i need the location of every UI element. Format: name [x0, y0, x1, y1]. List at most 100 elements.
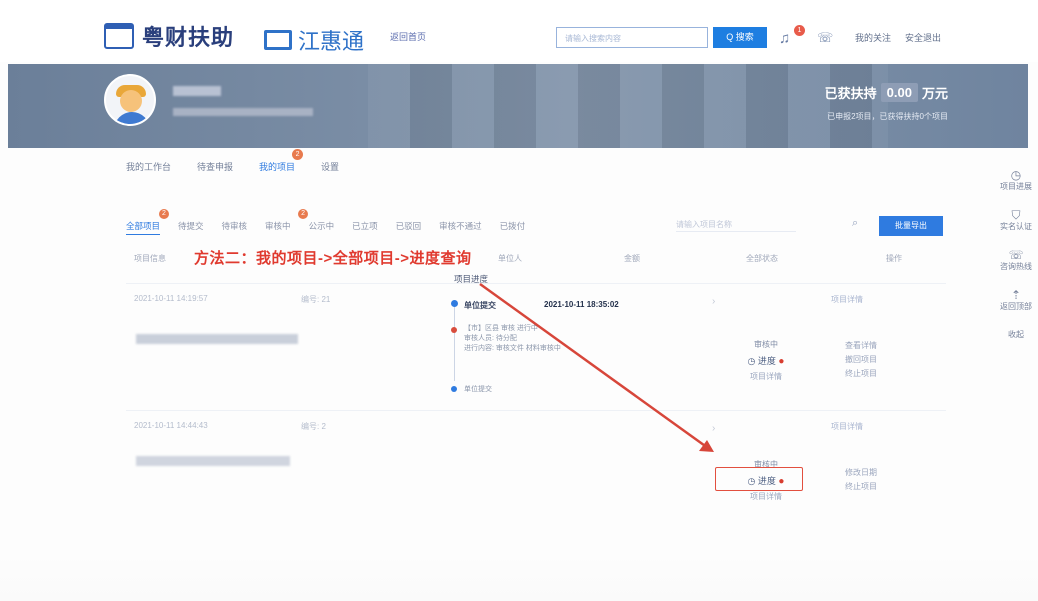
support-value: 0.00	[880, 83, 918, 102]
row-detail-link[interactable]: 项目详情	[831, 421, 863, 432]
popup-footer: 单位提交	[464, 386, 492, 393]
popup-detail: 【市】区县 审核 进行中 审核人员: 待分配 进行内容: 审核文件 材料审核中	[464, 324, 561, 354]
progress-highlight	[715, 467, 803, 491]
filter-reviewing-label: 审核中	[265, 221, 291, 231]
support-summary: 已获扶持 0.00 万元	[825, 83, 948, 102]
popup-timeline	[454, 301, 455, 381]
filter-to-review[interactable]: 待审核	[222, 220, 248, 235]
bell-icon[interactable]: ♫	[779, 30, 790, 47]
profile-banner: 已获扶持 0.00 万元 已申报2项目，已获得扶持0个项目	[8, 64, 1028, 148]
side-progress[interactable]: ◷ 项目进展	[1000, 168, 1032, 192]
nav-my-projects-label: 我的项目	[259, 162, 296, 172]
user-name-blurred	[173, 86, 221, 96]
popup-title: 项目进度	[454, 274, 489, 284]
progress-dot: ●	[778, 356, 785, 367]
shield-icon: ⛉	[1011, 208, 1021, 222]
status-detail-link[interactable]: 项目详情	[736, 491, 796, 502]
status-detail-link[interactable]: 项目详情	[736, 371, 796, 382]
support-unit: 万元	[921, 86, 948, 101]
institution-icon	[104, 23, 134, 49]
progress-button[interactable]: ◷ 进度 ●	[739, 354, 793, 367]
support-label: 已获扶持	[824, 86, 877, 101]
status-label: 审核中	[754, 340, 778, 349]
popup-step-time: 2021-10-11 18:35:02	[544, 300, 619, 309]
avatar-body	[114, 112, 150, 124]
column-amount: 金额	[624, 254, 640, 263]
filter-all-badge: 2	[159, 209, 169, 219]
side-hotline[interactable]: ☏ 咨询热线	[1000, 249, 1032, 272]
filter-all-label: 全部项目	[126, 221, 161, 231]
banner-photo	[368, 64, 888, 148]
home-link[interactable]: 返回首页	[390, 30, 426, 43]
row-actions: 查看详情 撤回项目 终止项目	[816, 339, 906, 381]
filter-to-submit[interactable]: 待提交	[178, 220, 204, 235]
nav-workbench[interactable]: 我的工作台	[126, 160, 171, 173]
action-view-detail[interactable]: 查看详情	[816, 339, 906, 353]
filter-paid[interactable]: 已拨付	[500, 220, 526, 235]
batch-export-button[interactable]: 批量导出	[879, 216, 943, 236]
side-top[interactable]: ⇡ 返回顶部	[1000, 288, 1032, 312]
row-title-blurred	[136, 334, 298, 344]
logout-link[interactable]: 安全退出	[905, 31, 941, 44]
action-withdraw[interactable]: 撤回项目	[816, 353, 906, 367]
side-collapse[interactable]: 收起	[1008, 330, 1024, 340]
column-unit-person: 单位人	[498, 254, 522, 263]
column-status[interactable]: 全部状态	[746, 253, 778, 264]
row-status: 审核中 ◷ 进度 ● 项目详情	[736, 339, 796, 382]
row-detail-link[interactable]: 项目详情	[831, 294, 863, 305]
jianghui-logo[interactable]: 江惠通	[264, 24, 364, 56]
tutorial-annotation: 方法二：我的项目->全部项目->进度查询	[194, 250, 472, 267]
top-header: 粤财扶助 江惠通 返回首页 请输入搜索内容 Q 搜索 ♫ 1 ☏ 我的关注 安全…	[0, 0, 1038, 62]
row-title-blurred	[136, 456, 290, 466]
row-date: 2021-10-11 14:44:43	[134, 421, 208, 430]
filter-rejected[interactable]: 已驳回	[396, 220, 422, 235]
brand[interactable]: 粤财扶助	[104, 20, 234, 52]
side-verify[interactable]: ⛉ 实名认证	[1000, 208, 1032, 232]
page-bottom	[0, 555, 1038, 601]
filter-public[interactable]: 公示中	[309, 220, 335, 235]
row-date: 2021-10-11 14:19:57	[134, 294, 208, 303]
user-subtitle-blurred	[173, 108, 313, 116]
row-actions: 修改日期 终止项目	[816, 466, 906, 494]
chevron-right-icon: ›	[712, 423, 716, 434]
top-icon: ⇡	[1010, 288, 1022, 302]
chevron-right-icon: ›	[712, 296, 716, 307]
logo-text: 江惠通	[298, 29, 365, 54]
status-filters: 全部项目 2 待提交 待审核 审核中 2 公示中 已立项 已驳回 审核不通过 已…	[126, 209, 526, 235]
follow-link[interactable]: 我的关注	[855, 31, 891, 44]
side-hotline-label: 咨询热线	[1000, 262, 1032, 271]
progress-popup: 项目进度 单位提交 2021-10-11 18:35:02 【市】区县 审核 进…	[446, 273, 666, 393]
notification-badge: 1	[794, 25, 805, 36]
popup-detail-line: 进行内容: 审核文件 材料审核中	[464, 345, 561, 352]
logo-icon	[264, 30, 292, 50]
nav-settings[interactable]: 设置	[321, 160, 339, 173]
action-terminate[interactable]: 终止项目	[816, 480, 906, 494]
brand-title: 粤财扶助	[142, 25, 235, 50]
timeline-dot	[451, 300, 458, 307]
filter-not-passed[interactable]: 审核不通过	[439, 220, 482, 235]
project-search-input[interactable]: 请输入项目名称	[676, 219, 796, 232]
phone-icon[interactable]: ☏	[817, 30, 833, 46]
search-input[interactable]: 请输入搜索内容	[556, 27, 708, 48]
clock-icon: ◷	[1010, 168, 1022, 182]
filter-approved[interactable]: 已立项	[352, 220, 378, 235]
search-button[interactable]: Q 搜索	[713, 27, 767, 48]
main-nav: 我的工作台 待查申报 我的项目 2 设置	[126, 149, 339, 173]
avatar-face	[120, 90, 142, 112]
filter-reviewing[interactable]: 审核中 2	[265, 209, 309, 235]
popup-detail-line: 【市】区县 审核 进行中	[464, 325, 538, 332]
search-icon[interactable]: ⌕	[852, 217, 858, 230]
avatar	[104, 74, 156, 126]
filter-all[interactable]: 全部项目 2	[126, 209, 169, 235]
side-toolbar: ◷ 项目进展 ⛉ 实名认证 ☏ 咨询热线 ⇡ 返回顶部 收起	[1000, 168, 1032, 340]
nav-pending[interactable]: 待查申报	[197, 160, 233, 173]
action-modify-date[interactable]: 修改日期	[816, 466, 906, 480]
row-code: 编号: 2	[301, 422, 326, 431]
timeline-dot	[451, 327, 457, 333]
popup-step-name: 单位提交	[464, 301, 496, 310]
nav-my-projects[interactable]: 我的项目 2	[259, 149, 304, 173]
column-project-info: 项目信息	[134, 254, 166, 263]
nav-my-projects-badge: 2	[292, 149, 304, 160]
action-terminate[interactable]: 终止项目	[816, 367, 906, 381]
progress-label: 进度	[757, 356, 776, 366]
